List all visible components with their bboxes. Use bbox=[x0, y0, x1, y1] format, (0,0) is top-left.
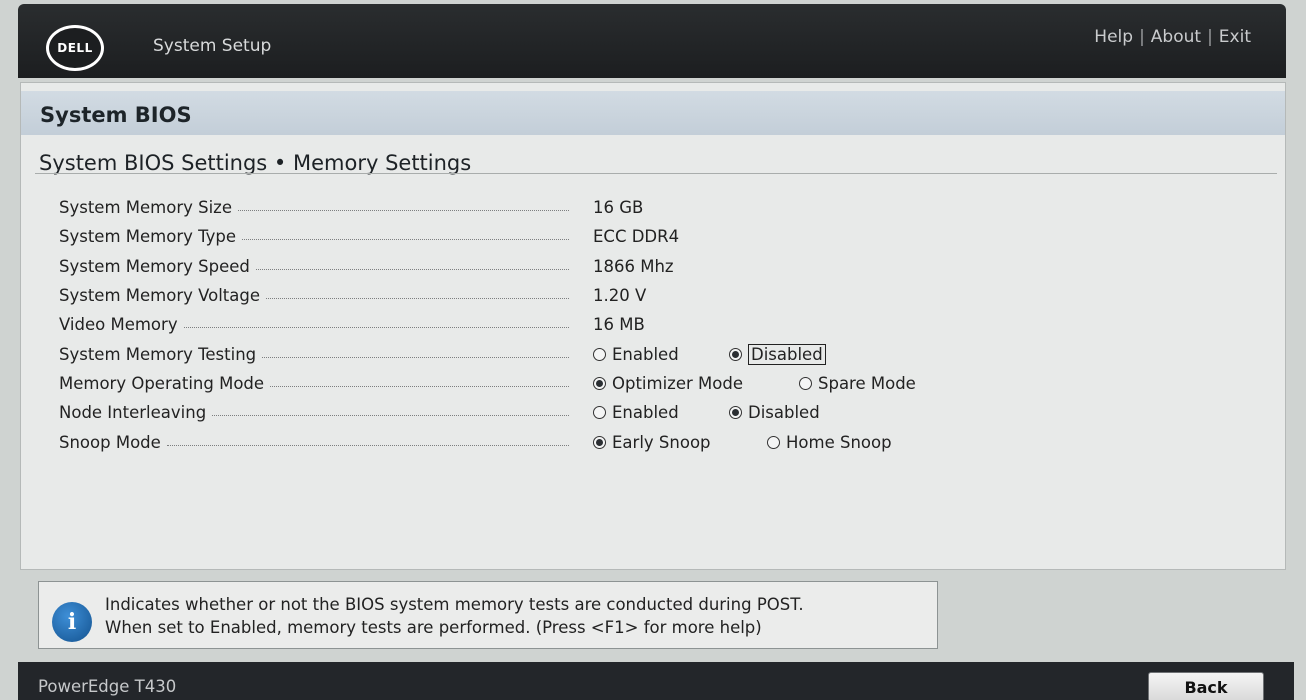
header-bar: DELL System Setup Help | About | Exit bbox=[18, 4, 1286, 78]
dotted-leader bbox=[238, 210, 569, 212]
setting-row-memory-testing: System Memory Testing Enabled Disabled bbox=[59, 339, 959, 368]
setting-label: System Memory Voltage bbox=[59, 286, 261, 306]
help-box: i Indicates whether or not the BIOS syst… bbox=[38, 581, 938, 649]
radio-circle-icon bbox=[729, 347, 742, 361]
dotted-leader bbox=[255, 268, 569, 270]
dotted-leader bbox=[270, 385, 569, 387]
radio-circle-icon bbox=[593, 435, 606, 449]
radio-circle-icon bbox=[593, 406, 606, 420]
setting-value: ECC DDR4 bbox=[593, 227, 680, 247]
back-button[interactable]: Back bbox=[1148, 672, 1264, 700]
header-links: Help | About | Exit bbox=[1094, 27, 1251, 47]
spare-mode-radio[interactable]: Spare Mode bbox=[799, 374, 916, 393]
radio-circle-icon bbox=[593, 347, 606, 361]
setting-label: System Memory Type bbox=[59, 227, 237, 247]
setting-row-memory-voltage: System Memory Voltage 1.20 V bbox=[59, 281, 959, 310]
setting-label: System Memory Testing bbox=[59, 344, 257, 364]
info-icon: i bbox=[52, 602, 92, 642]
radio-circle-icon bbox=[799, 376, 812, 390]
memory-testing-disabled-radio[interactable]: Disabled bbox=[729, 343, 826, 365]
snoop-mode-radio-group: Early Snoop Home Snoop bbox=[593, 433, 892, 452]
help-line-1: Indicates whether or not the BIOS system… bbox=[105, 595, 804, 614]
node-interleaving-enabled-radio[interactable]: Enabled bbox=[593, 403, 729, 422]
dotted-leader bbox=[242, 239, 569, 241]
dotted-leader bbox=[262, 356, 569, 358]
setting-row-video-memory: Video Memory 16 MB bbox=[59, 310, 959, 339]
section-title: System BIOS bbox=[40, 103, 192, 127]
setting-label: Memory Operating Mode bbox=[59, 373, 265, 393]
dotted-leader bbox=[266, 298, 569, 300]
help-line-2: When set to Enabled, memory tests are pe… bbox=[105, 618, 762, 637]
about-link[interactable]: About bbox=[1151, 27, 1201, 47]
title-divider bbox=[35, 173, 1277, 174]
setting-label: Snoop Mode bbox=[59, 432, 161, 452]
home-snoop-radio[interactable]: Home Snoop bbox=[767, 433, 892, 452]
setting-row-memory-speed: System Memory Speed 1866 Mhz bbox=[59, 252, 959, 281]
setting-value: 1866 Mhz bbox=[593, 256, 674, 276]
optimizer-mode-radio[interactable]: Optimizer Mode bbox=[593, 374, 799, 393]
footer-bar: PowerEdge T430 Back bbox=[18, 662, 1294, 700]
operating-mode-radio-group: Optimizer Mode Spare Mode bbox=[593, 374, 916, 393]
early-snoop-radio[interactable]: Early Snoop bbox=[593, 433, 767, 452]
dell-logo: DELL bbox=[46, 25, 104, 71]
setting-row-operating-mode: Memory Operating Mode Optimizer Mode Spa… bbox=[59, 369, 959, 398]
link-separator: | bbox=[1207, 27, 1213, 47]
setting-value: 16 GB bbox=[593, 198, 644, 218]
setting-row-memory-size: System Memory Size 16 GB bbox=[59, 193, 959, 222]
setting-value: 16 MB bbox=[593, 315, 645, 335]
dotted-leader bbox=[183, 327, 569, 329]
setting-label: System Memory Speed bbox=[59, 256, 250, 276]
radio-circle-icon bbox=[767, 435, 780, 449]
setting-label: Video Memory bbox=[59, 315, 178, 335]
help-text: Indicates whether or not the BIOS system… bbox=[105, 593, 804, 639]
setting-row-memory-type: System Memory Type ECC DDR4 bbox=[59, 222, 959, 251]
node-interleaving-disabled-radio[interactable]: Disabled bbox=[729, 403, 820, 422]
memory-testing-radio-group: Enabled Disabled bbox=[593, 343, 826, 365]
app-title: System Setup bbox=[153, 36, 272, 56]
main-panel: System BIOS System BIOS Settings • Memor… bbox=[20, 82, 1286, 570]
page-title: System BIOS Settings • Memory Settings bbox=[39, 151, 472, 175]
help-link[interactable]: Help bbox=[1094, 27, 1133, 47]
radio-circle-icon bbox=[729, 406, 742, 420]
dotted-leader bbox=[212, 415, 569, 417]
setting-row-node-interleaving: Node Interleaving Enabled Disabled bbox=[59, 398, 959, 427]
setting-label: Node Interleaving bbox=[59, 403, 207, 423]
setting-value: 1.20 V bbox=[593, 286, 647, 306]
logo-text: DELL bbox=[57, 41, 93, 55]
section-bar: System BIOS bbox=[21, 91, 1285, 135]
setting-row-snoop-mode: Snoop Mode Early Snoop Home Snoop bbox=[59, 427, 959, 456]
exit-link[interactable]: Exit bbox=[1219, 27, 1251, 47]
system-model: PowerEdge T430 bbox=[38, 677, 177, 696]
settings-list: System Memory Size 16 GB System Memory T… bbox=[59, 193, 959, 457]
memory-testing-enabled-radio[interactable]: Enabled bbox=[593, 345, 729, 364]
dotted-leader bbox=[166, 444, 569, 446]
link-separator: | bbox=[1139, 27, 1145, 47]
setting-label: System Memory Size bbox=[59, 198, 232, 218]
radio-circle-icon bbox=[593, 376, 606, 390]
node-interleaving-radio-group: Enabled Disabled bbox=[593, 403, 820, 422]
